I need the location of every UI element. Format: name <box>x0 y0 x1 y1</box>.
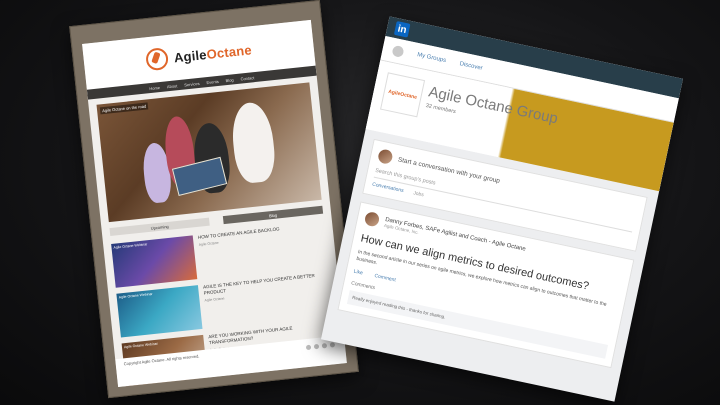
agile-octane-website-screenshot: AgileOctane Home About Services Events B… <box>69 0 359 399</box>
hero-photo: Agile Octane on the road <box>96 82 322 223</box>
linkedin-group-screenshot: in My Groups Discover AgileOctane Agile … <box>320 16 684 402</box>
facebook-icon[interactable] <box>305 344 312 351</box>
hero-person <box>229 100 278 185</box>
site-logo-text[interactable]: AgileOctane <box>173 42 252 65</box>
thumb-label: Agile Octane Webinar <box>113 242 148 250</box>
nav-services[interactable]: Services <box>184 80 200 87</box>
avatar[interactable] <box>363 210 381 228</box>
hero-caption: Agile Octane on the road <box>99 102 149 115</box>
nav-events[interactable]: Events <box>206 78 219 84</box>
brand-prefix: Agile <box>173 46 208 65</box>
nav-blog[interactable]: Blog <box>225 77 233 83</box>
thumb-label: Agile Octane Webinar <box>123 341 159 350</box>
tab-conversations[interactable]: Conversations <box>372 182 405 195</box>
post-thumbnail[interactable]: Agile Octane Webinar <box>116 285 203 338</box>
nav-home[interactable]: Home <box>149 85 160 91</box>
nav-my-groups[interactable]: My Groups <box>417 52 447 64</box>
like-button[interactable]: Like <box>353 269 363 277</box>
avatar <box>377 148 394 165</box>
tab-jobs[interactable]: Jobs <box>413 190 425 198</box>
thumb-label: Agile Octane Webinar <box>118 291 153 300</box>
twitter-icon[interactable] <box>313 343 320 350</box>
linkedin-icon[interactable] <box>321 343 328 349</box>
groups-icon[interactable] <box>391 44 405 58</box>
youtube-icon[interactable] <box>329 342 336 348</box>
brand-suffix: Octane <box>205 41 253 62</box>
agile-octane-logo-icon <box>144 47 170 72</box>
comment-button[interactable]: Comment <box>374 273 396 283</box>
post-thumbnail[interactable]: Agile Octane Webinar <box>111 235 198 288</box>
nav-discover[interactable]: Discover <box>459 61 483 72</box>
linkedin-logo-icon[interactable]: in <box>393 21 411 38</box>
website-page: AgileOctane Home About Services Events B… <box>82 19 347 388</box>
nav-contact[interactable]: Contact <box>240 75 254 81</box>
nav-about[interactable]: About <box>167 83 178 89</box>
group-logo[interactable]: AgileOctane <box>380 72 426 118</box>
